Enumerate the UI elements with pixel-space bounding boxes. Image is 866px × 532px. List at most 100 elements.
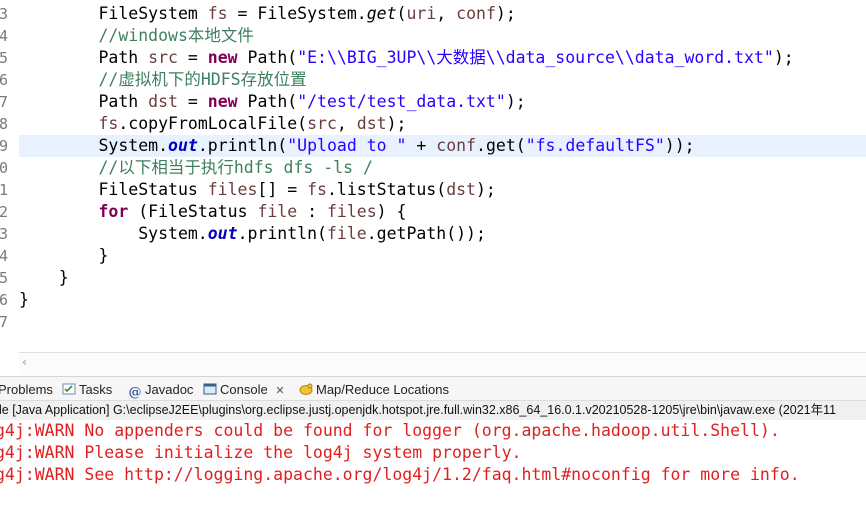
code-token: dst [446,180,476,199]
horizontal-scrollbar[interactable]: ‹ [19,352,866,375]
line-number: 3 [0,5,8,23]
code-line[interactable]: Path src = new Path("E:\\BIG_3UP\\大数据\\d… [19,47,794,69]
code-token: + [406,136,437,155]
code-line[interactable]: fs.copyFromLocalFile(src, dst); [19,113,406,135]
tab-tasks-label: Tasks [79,382,113,397]
mapreduce-icon [299,383,313,395]
view-tab-bar: Problems Tasks @ Javadoc Console ✕ Map/Re… [0,376,866,401]
code-line[interactable]: System.out.println("Upload to " + conf.g… [19,135,866,157]
code-token: //虚拟机下的HDFS存放位置 [19,70,307,89]
code-token: (FileStatus [128,202,258,221]
code-line[interactable]: for (FileStatus file : files) { [19,201,406,223]
code-token: src [307,114,337,133]
code-token: Path( [237,48,298,67]
tasks-icon [62,383,76,395]
code-token: .println( [237,224,327,243]
code-token: )); [664,136,695,155]
line-number-gutter: 3 4 5 6 7 8 9 0 1 2 3 4 5 6 7 [0,0,14,352]
code-token: , [436,4,457,23]
code-token: for [98,202,129,221]
code-token: "fs.defaultFS" [525,136,665,155]
code-token: files [327,202,377,221]
tab-mapreduce-locations[interactable]: Map/Reduce Locations [299,381,449,399]
javadoc-icon: @ [128,385,142,400]
tab-mapreduce-label: Map/Reduce Locations [316,382,449,397]
code-token: FileSystem [19,4,208,23]
line-number: 6 [0,291,8,309]
code-token: Path [19,92,149,111]
code-token: //以下相当于执行hdfs dfs -ls / [19,158,373,177]
code-editor[interactable]: 3 4 5 6 7 8 9 0 1 2 3 4 5 6 7 FileSystem fs = FileSyst… [0,0,866,352]
code-line[interactable]: Path dst = new Path("/test/test_data.txt… [19,91,525,113]
code-token: } [19,246,109,265]
line-number: 7 [0,313,8,331]
code-line[interactable]: FileSystem fs = FileSystem.get(uri, conf… [19,3,516,25]
code-token: ); [386,114,407,133]
console-output[interactable]: g4j:WARN No appenders could be found for… [0,420,866,532]
code-token: new [207,92,238,111]
code-line[interactable]: //以下相当于执行hdfs dfs -ls / [19,157,373,179]
code-token: "E:\\BIG_3UP\\大数据\\data_source\\data_wor… [297,48,774,67]
code-token: dst [148,92,178,111]
code-line[interactable]: //虚拟机下的HDFS存放位置 [19,69,307,91]
line-number: 8 [0,115,8,133]
tab-tasks[interactable]: Tasks [62,381,112,399]
tab-problems-label: Problems [0,382,53,397]
tab-problems[interactable]: Problems [0,381,53,399]
code-token: fs [207,4,228,23]
line-number: 1 [0,181,8,199]
code-token: out [207,224,238,243]
code-token: = [177,48,208,67]
code-token: file [326,224,367,243]
code-line[interactable]: FileStatus files[] = fs.listStatus(dst); [19,179,495,201]
code-token: uri [406,4,437,23]
code-line[interactable]: } [19,267,69,289]
code-token: .copyFromLocalFile( [118,114,308,133]
code-token: System. [19,136,169,155]
code-line[interactable]: //windows本地文件 [19,25,253,47]
code-token: ); [773,48,794,67]
code-token: dst [356,114,387,133]
code-token: file [257,202,298,221]
code-token: new [207,48,238,67]
code-token: [] = [257,180,308,199]
code-token: } [19,290,29,309]
code-token: System. [19,224,208,243]
line-number: 2 [0,203,8,221]
console-line: g4j:WARN No appenders could be found for… [0,421,780,440]
tab-console-label: Console [220,382,268,397]
console-line: g4j:WARN Please initialize the log4j sys… [0,443,522,462]
line-number: 4 [0,247,8,265]
code-token: ); [495,4,516,23]
code-token: ( [396,4,407,23]
code-token: = FileSystem. [227,4,367,23]
code-token: fs [98,114,119,133]
line-number: 7 [0,93,8,111]
close-icon[interactable]: ✕ [275,385,284,397]
code-token: Path [19,48,149,67]
code-token: , [336,114,357,133]
tab-javadoc[interactable]: @ Javadoc [128,381,194,400]
scroll-left-icon[interactable]: ‹ [22,355,27,369]
line-number: 6 [0,71,8,89]
code-line[interactable]: System.out.println(file.getPath()); [19,223,486,245]
code-token: = [177,92,208,111]
code-token: out [168,136,198,155]
line-number: 4 [0,27,8,45]
line-number: 0 [0,159,8,177]
code-token: .listStatus( [326,180,447,199]
code-token: src [148,48,178,67]
code-token: files [207,180,258,199]
console-icon [203,383,217,395]
code-line[interactable]: } [19,289,29,311]
code-token: Path( [237,92,298,111]
line-number: 5 [0,49,8,67]
code-line[interactable]: } [19,245,108,267]
line-number: 3 [0,225,8,243]
line-number: 9 [0,137,8,155]
tab-console[interactable]: Console ✕ [203,381,285,399]
console-process-header: le [Java Application] G:\eclipseJ2EE\plu… [0,400,866,421]
code-token: fs [307,180,327,199]
gutter-spacer [0,352,19,374]
